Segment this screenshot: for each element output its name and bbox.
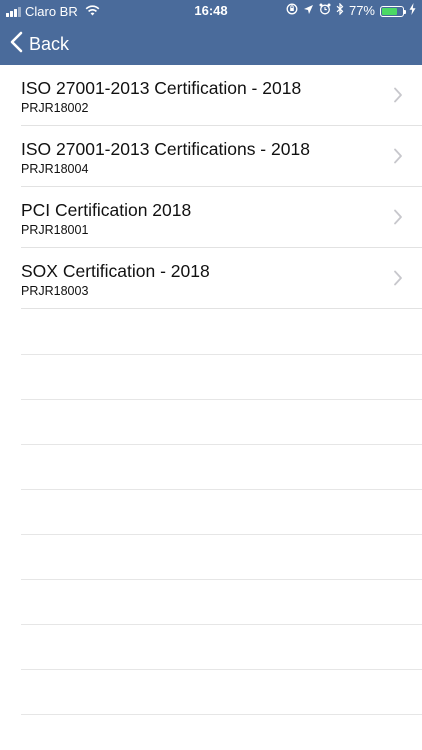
list-item-title: PCI Certification 2018 [21,200,192,220]
back-button[interactable]: Back [10,30,69,58]
empty-row-separator [21,489,422,490]
list-item-subtitle: PRJR18003 [21,284,89,298]
empty-row-separator [21,669,422,670]
charging-icon [409,3,416,19]
rotation-lock-icon [286,3,298,19]
list-item[interactable]: PCI Certification 2018 PRJR18001 [0,187,422,248]
empty-row-separator [21,354,422,355]
bluetooth-icon [336,2,344,19]
list-item-subtitle: PRJR18002 [21,101,89,115]
list-item-title: ISO 27001-2013 Certifications - 2018 [21,139,310,159]
app-header: Claro BR 16:48 77% Back [0,0,422,65]
empty-row-separator [21,714,422,715]
empty-row-separator [21,444,422,445]
list-item-title: ISO 27001-2013 Certification - 2018 [21,78,302,98]
status-time: 16:48 [194,3,228,18]
list-item-title: SOX Certification - 2018 [21,261,210,281]
empty-row-separator [21,624,422,625]
project-list: ISO 27001-2013 Certification - 2018 PRJR1… [0,65,422,309]
status-bar: Claro BR 16:48 77% [0,0,422,22]
row-separator [21,308,422,309]
alarm-icon [319,3,331,19]
list-item-subtitle: PRJR18001 [21,223,89,237]
list-item[interactable]: ISO 27001-2013 Certification - 2018 PRJR1… [0,65,422,126]
chevron-right-icon [393,209,403,230]
list-item-subtitle: PRJR18004 [21,162,89,176]
chevron-right-icon [393,87,403,108]
battery-fill [382,7,398,15]
empty-row-separator [21,399,422,400]
battery-percent: 77% [348,3,375,18]
empty-row-separator [21,534,422,535]
status-bar-right: 77% [286,2,416,19]
battery-icon [380,5,406,17]
back-label: Back [29,34,70,54]
chevron-left-icon [10,31,23,58]
list-item[interactable]: SOX Certification - 2018 PRJR18003 [0,248,422,309]
chevron-right-icon [393,270,403,291]
empty-row-separator [21,579,422,580]
nav-bar: Back [0,22,422,65]
list-item[interactable]: ISO 27001-2013 Certifications - 2018 PRJR… [0,126,422,187]
chevron-right-icon [393,148,403,169]
location-icon [303,3,314,19]
